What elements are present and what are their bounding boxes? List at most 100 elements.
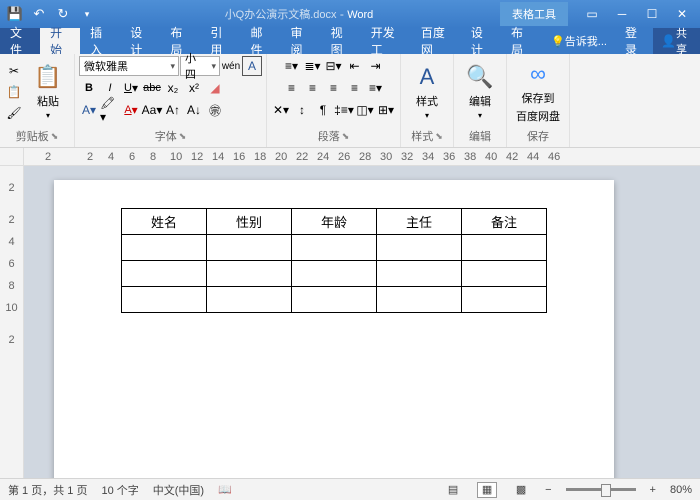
status-language[interactable]: 中文(中国) [153, 482, 204, 498]
table-cell[interactable] [122, 235, 207, 261]
char-shading-icon[interactable]: Aa▾ [142, 100, 162, 120]
phonetic-guide-icon[interactable]: wén [221, 56, 241, 76]
qat-more-icon[interactable]: ▾ [76, 3, 98, 25]
maximize-icon[interactable]: ☐ [638, 4, 666, 24]
tab-references[interactable]: 引用 [200, 28, 240, 54]
editing-button[interactable]: 🔍 编辑▾ [458, 59, 502, 125]
line-spacing-icon[interactable]: ‡≡▾ [334, 100, 354, 120]
view-read-icon[interactable]: ▤ [443, 482, 463, 498]
multilevel-icon[interactable]: ⊟▾ [324, 56, 344, 76]
zoom-level[interactable]: 80% [670, 484, 692, 496]
italic-button[interactable]: I [100, 78, 120, 98]
table-cell[interactable] [122, 261, 207, 287]
font-color-icon[interactable]: A▾ [121, 100, 141, 120]
tab-home[interactable]: 开始 [40, 28, 80, 54]
increase-indent-icon[interactable]: ⇥ [366, 56, 386, 76]
clipboard-launcher-icon[interactable]: ⬊ [51, 131, 59, 142]
tab-design[interactable]: 设计 [120, 28, 160, 54]
table-header-cell[interactable]: 主任 [377, 209, 462, 235]
copy-icon[interactable]: 📋 [4, 82, 24, 102]
tab-mailings[interactable]: 邮件 [240, 28, 280, 54]
bold-button[interactable]: B [79, 78, 99, 98]
tab-file[interactable]: 文件 [0, 28, 40, 54]
align-right-icon[interactable]: ≡ [324, 78, 344, 98]
table-header-cell[interactable]: 姓名 [122, 209, 207, 235]
paragraph-launcher-icon[interactable]: ⬊ [342, 131, 350, 142]
minimize-icon[interactable]: ─ [608, 4, 636, 24]
table-cell[interactable] [377, 235, 462, 261]
table-cell[interactable] [292, 287, 377, 313]
tab-table-layout[interactable]: 布局 [501, 28, 541, 54]
table-cell[interactable] [207, 287, 292, 313]
table-header-cell[interactable]: 性别 [207, 209, 292, 235]
ruler-horizontal[interactable]: 2246810121416182022242628303234363840424… [24, 148, 700, 165]
table-cell[interactable] [462, 235, 547, 261]
login-button[interactable]: 登录 [617, 28, 653, 54]
table-cell[interactable] [122, 287, 207, 313]
font-family-combo[interactable]: 微软雅黑 [79, 56, 179, 76]
ruler-vertical[interactable]: 22468102 [0, 166, 24, 478]
status-page[interactable]: 第 1 页，共 1 页 [8, 482, 87, 498]
justify-icon[interactable]: ≡ [345, 78, 365, 98]
table-header-cell[interactable]: 年龄 [292, 209, 377, 235]
status-words[interactable]: 10 个字 [101, 482, 138, 498]
cut-icon[interactable]: ✂ [4, 61, 24, 81]
text-effects-icon[interactable]: A▾ [79, 100, 99, 120]
document-scroll-area[interactable]: 姓名性别年龄主任备注 [24, 166, 700, 478]
format-painter-icon[interactable]: 🖌 [4, 103, 24, 123]
table-cell[interactable] [292, 235, 377, 261]
asian-layout-icon[interactable]: ✕▾ [271, 100, 291, 120]
grow-font-icon[interactable]: A↑ [163, 100, 183, 120]
enclose-char-icon[interactable]: ㊪ [205, 100, 225, 120]
zoom-slider[interactable] [566, 488, 636, 491]
save-icon[interactable]: 💾 [4, 3, 26, 25]
bullets-icon[interactable]: ≡▾ [282, 56, 302, 76]
document-table[interactable]: 姓名性别年龄主任备注 [121, 208, 547, 313]
clear-format-icon[interactable]: ◢ [205, 78, 225, 98]
view-print-icon[interactable]: ▦ [477, 482, 497, 498]
sort-icon[interactable]: ↕ [292, 100, 312, 120]
align-left-icon[interactable]: ≡ [282, 78, 302, 98]
decrease-indent-icon[interactable]: ⇤ [345, 56, 365, 76]
show-marks-icon[interactable]: ¶ [313, 100, 333, 120]
char-border-icon[interactable]: A [242, 56, 262, 76]
subscript-button[interactable]: x₂ [163, 78, 183, 98]
tell-me[interactable]: 💡 告诉我... [541, 28, 617, 54]
share-button[interactable]: 👤 共享 [653, 28, 700, 54]
table-cell[interactable] [207, 261, 292, 287]
table-cell[interactable] [377, 287, 462, 313]
shading-icon[interactable]: ◫▾ [355, 100, 375, 120]
tab-insert[interactable]: 插入 [80, 28, 120, 54]
strikethrough-button[interactable]: abc [142, 78, 162, 98]
align-center-icon[interactable]: ≡ [303, 78, 323, 98]
tab-table-design[interactable]: 设计 [461, 28, 501, 54]
zoom-in-icon[interactable]: + [650, 484, 656, 496]
styles-button[interactable]: A 样式▾ [405, 59, 449, 125]
highlight-icon[interactable]: 🖍▾ [100, 100, 120, 120]
table-cell[interactable] [462, 261, 547, 287]
view-web-icon[interactable]: ▩ [511, 482, 531, 498]
numbering-icon[interactable]: ≣▾ [303, 56, 323, 76]
table-cell[interactable] [207, 235, 292, 261]
font-launcher-icon[interactable]: ⬊ [179, 131, 187, 142]
table-cell[interactable] [292, 261, 377, 287]
status-book-icon[interactable]: 📖 [218, 483, 232, 496]
shrink-font-icon[interactable]: A↓ [184, 100, 204, 120]
save-baidu-button[interactable]: ∞ 保存到 百度网盘 [511, 59, 565, 125]
font-size-combo[interactable]: 小四 [180, 56, 220, 76]
table-header-cell[interactable]: 备注 [462, 209, 547, 235]
zoom-out-icon[interactable]: − [545, 484, 551, 496]
tab-view[interactable]: 视图 [321, 28, 361, 54]
table-cell[interactable] [377, 261, 462, 287]
paste-button[interactable]: 📋 粘贴 ▾ [26, 59, 70, 125]
underline-button[interactable]: U▾ [121, 78, 141, 98]
undo-icon[interactable]: ↶ [28, 3, 50, 25]
distributed-icon[interactable]: ≡▾ [366, 78, 386, 98]
close-icon[interactable]: ✕ [668, 4, 696, 24]
styles-launcher-icon[interactable]: ⬊ [435, 131, 443, 142]
tab-developer[interactable]: 开发工 [361, 28, 411, 54]
tab-baidu[interactable]: 百度网 [411, 28, 461, 54]
redo-icon[interactable]: ↻ [52, 3, 74, 25]
ribbon-options-icon[interactable]: ▭ [578, 4, 606, 24]
borders-icon[interactable]: ⊞▾ [376, 100, 396, 120]
